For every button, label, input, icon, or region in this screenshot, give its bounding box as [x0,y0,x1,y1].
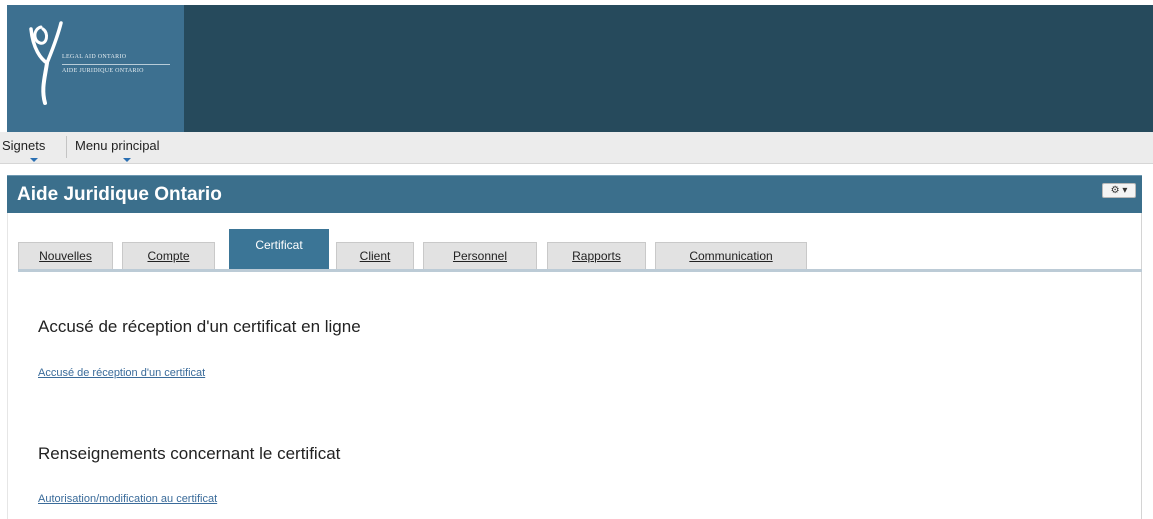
menu-bookmarks-label: Signets [2,138,46,153]
menu-bookmarks[interactable]: Signets [2,132,45,163]
page: Legal Aid Ontario Aide juridique Ontario… [0,0,1153,519]
page-title: Aide Juridique Ontario [17,184,222,205]
tab-label: Personnel [452,249,508,263]
gear-icon: ⚙ [1110,185,1120,196]
menu-divider [66,136,67,158]
tab-compte[interactable]: Compte [122,242,215,269]
content-panel: Nouvelles Compte Certificat Client Perso… [7,213,1142,519]
tab-label: Client [359,249,391,263]
authorization-link[interactable]: Autorisation/modification au certificat [38,493,217,505]
logo[interactable]: Legal Aid Ontario Aide juridique Ontario [7,5,184,132]
logo-text: Legal Aid Ontario Aide juridique Ontario [62,53,177,76]
tab-nouvelles[interactable]: Nouvelles [18,242,113,269]
menu-bar: Signets Menu principal [0,132,1153,164]
section-title-acknowledgement: Accusé de réception d'un certificat en l… [38,317,361,336]
tab-client[interactable]: Client [336,242,414,269]
settings-button[interactable]: ⚙ ▾ [1102,183,1136,198]
header-banner: Legal Aid Ontario Aide juridique Ontario [7,5,1153,132]
tab-certificat[interactable]: Certificat [229,229,329,271]
tab-underline [18,269,1142,272]
tab-personnel[interactable]: Personnel [423,242,537,269]
tab-label: Certificat [255,238,303,252]
tab-label: Communication [689,249,773,263]
portlet-titlebar: Aide Juridique Ontario ⚙ ▾ [7,175,1142,213]
menu-main-label: Menu principal [75,138,160,153]
section-title-certificate-info: Renseignements concernant le certificat [38,444,341,463]
logo-text-english: Legal Aid Ontario [62,53,170,65]
tab-rapports[interactable]: Rapports [547,242,646,269]
chevron-down-icon [123,158,131,162]
menu-main[interactable]: Menu principal [75,132,160,163]
logo-text-french: Aide juridique Ontario [62,68,144,74]
chevron-down-icon: ▾ [1119,185,1128,196]
logo-figure-icon [29,21,63,105]
tab-label: Nouvelles [39,249,92,263]
chevron-down-icon [30,158,38,162]
acknowledgement-link[interactable]: Accusé de réception d'un certificat [38,367,205,379]
tab-label: Compte [147,249,190,263]
tab-communication[interactable]: Communication [655,242,807,269]
tab-label: Rapports [572,249,621,263]
